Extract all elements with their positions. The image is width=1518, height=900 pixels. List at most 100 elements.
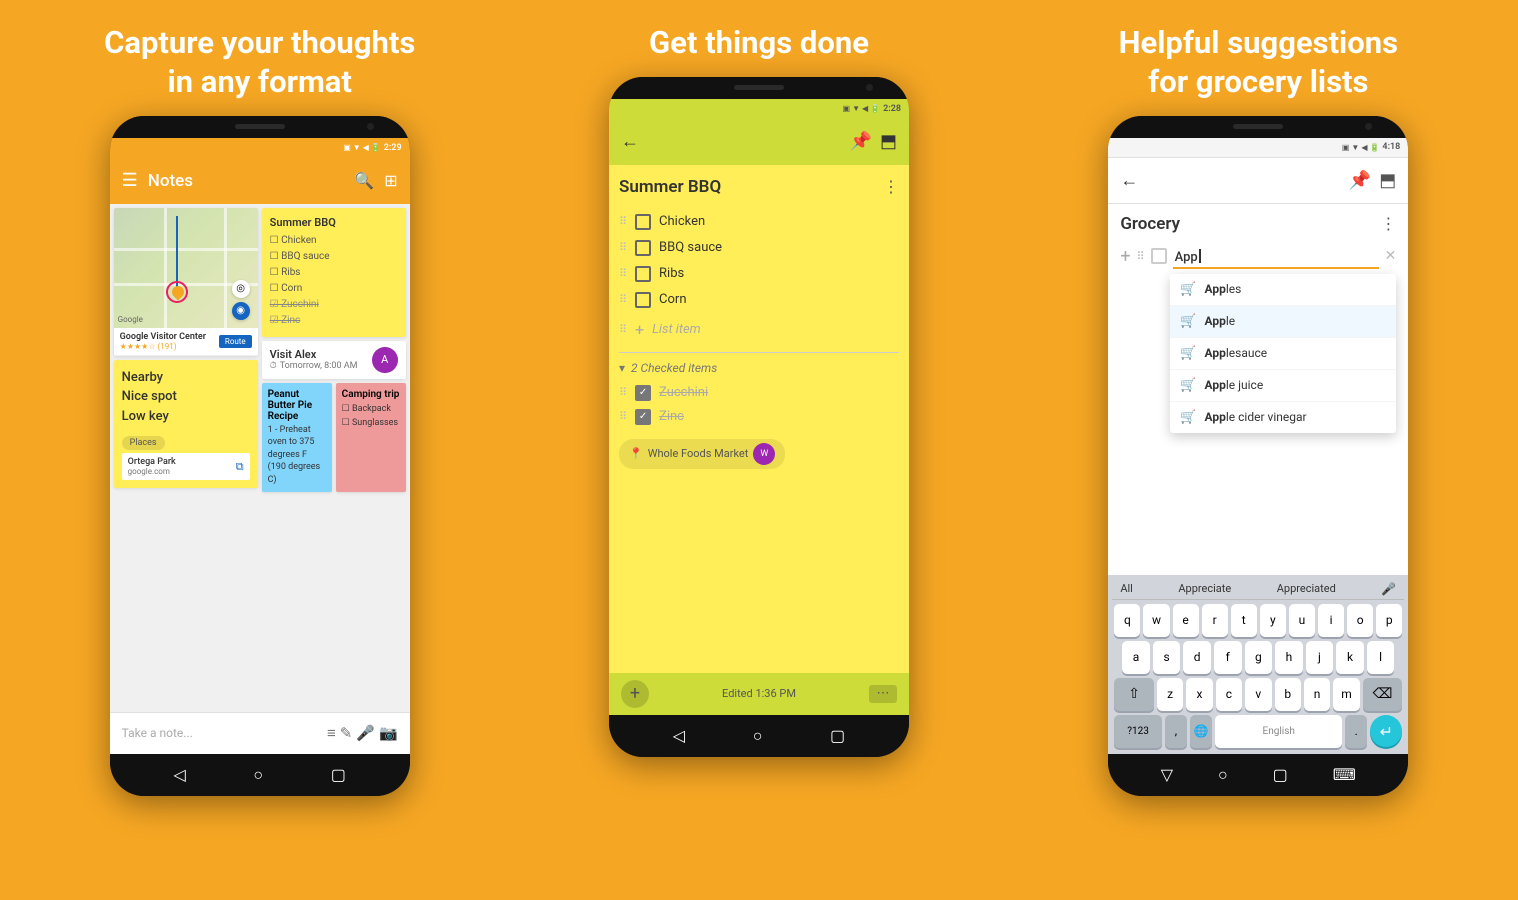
more-icon-3[interactable]: ⋮ [1380, 214, 1396, 233]
kb-row-2: a s d f g h j k l [1112, 641, 1404, 674]
item-chicken: Chicken [659, 214, 705, 229]
suggestions-dropdown-3: 🛒 Apples 🛒 Apple 🛒 Applesauce [1170, 274, 1396, 433]
mic-icon-kb-3[interactable]: 🎤 [1381, 582, 1396, 596]
peanut-card[interactable]: Peanut Butter Pie Recipe 1 - Preheat ove… [262, 383, 332, 493]
checklist-item-corn[interactable]: ⠿ Corn [619, 287, 899, 313]
nav-recents-3[interactable]: ▢ [1273, 765, 1288, 784]
key-l[interactable]: l [1367, 641, 1395, 674]
pin-icon-2[interactable]: 📌 [850, 131, 872, 152]
key-return[interactable]: ↵ [1370, 715, 1402, 747]
key-globe[interactable]: 🌐 [1190, 715, 1212, 748]
list-icon[interactable]: ≡ [327, 724, 336, 742]
kb-suggest-appreciate[interactable]: Appreciate [1178, 582, 1231, 595]
mic-icon[interactable]: 🎤 [356, 724, 375, 742]
nav-recents-1[interactable]: ▢ [331, 765, 346, 784]
key-n[interactable]: n [1304, 678, 1330, 711]
camera-icon[interactable]: 📷 [379, 724, 398, 742]
add-list-item[interactable]: ⠿ + List item [619, 315, 899, 344]
key-m[interactable]: m [1333, 678, 1359, 711]
dots-menu-2[interactable]: ⋯ [869, 685, 897, 703]
key-x[interactable]: x [1186, 678, 1212, 711]
nav-home-2[interactable]: ○ [753, 726, 763, 746]
back-icon-3[interactable]: ← [1120, 170, 1138, 191]
key-u[interactable]: u [1289, 604, 1315, 637]
back-icon-2[interactable]: ← [621, 131, 639, 152]
nearby-card[interactable]: NearbyNice spotLow key Places Ortega Par… [114, 360, 258, 489]
time-2: 2:28 [883, 104, 901, 114]
input-value-3[interactable]: App [1175, 250, 1198, 265]
suggestion-apple-juice[interactable]: 🛒 Apple juice [1170, 370, 1396, 402]
archive-icon-3[interactable]: ⬒ [1379, 170, 1396, 191]
key-comma[interactable]: , [1165, 715, 1187, 748]
key-j[interactable]: j [1306, 641, 1334, 674]
key-z[interactable]: z [1157, 678, 1183, 711]
key-i[interactable]: i [1318, 604, 1344, 637]
location-badge-2[interactable]: 📍 Whole Foods Market W [619, 439, 785, 469]
nav-home-1[interactable]: ○ [253, 765, 263, 785]
key-w[interactable]: w [1143, 604, 1169, 637]
key-k[interactable]: k [1336, 641, 1364, 674]
key-f[interactable]: f [1214, 641, 1242, 674]
pin-icon-3[interactable]: 📌 [1349, 170, 1371, 191]
search-icon-1[interactable]: 🔍 [354, 171, 374, 190]
suggestion-apple-cider[interactable]: 🛒 Apple cider vinegar [1170, 402, 1396, 433]
key-a[interactable]: a [1122, 641, 1150, 674]
add-icon-3[interactable]: + [1120, 246, 1130, 267]
kb-suggest-appreciated[interactable]: Appreciated [1277, 582, 1336, 595]
headline-1: Capture your thoughts in any format [104, 24, 415, 102]
map-note-card[interactable]: Google ◎ ◉ Google Visitor Center [114, 208, 258, 356]
checked-item-zucchini[interactable]: ⠿ ✓ Zucchini [619, 381, 899, 405]
checked-items-row[interactable]: ▾ 2 Checked items [619, 361, 899, 375]
key-o[interactable]: o [1347, 604, 1373, 637]
key-space[interactable]: English [1215, 715, 1342, 748]
add-btn-2[interactable]: + [621, 680, 649, 708]
phone-2-screen: ▣ ▼ ◀ 🔋 2:28 ← 📌 ⬒ Summer BBQ ⋮ [609, 99, 909, 715]
checklist-item-bbq[interactable]: ⠿ BBQ sauce [619, 235, 899, 261]
suggestion-applesauce[interactable]: 🛒 Applesauce [1170, 338, 1396, 370]
checklist-item-ribs[interactable]: ⠿ Ribs [619, 261, 899, 287]
key-v[interactable]: v [1245, 678, 1271, 711]
grid-icon-1[interactable]: ⊞ [384, 171, 397, 190]
suggestion-apples[interactable]: 🛒 Apples [1170, 274, 1396, 306]
key-e[interactable]: e [1173, 604, 1199, 637]
nav-back-2[interactable]: ◁ [673, 726, 685, 745]
key-q[interactable]: q [1114, 604, 1140, 637]
key-123[interactable]: ?123 [1114, 715, 1162, 748]
take-note-placeholder[interactable]: Take a note... [122, 726, 323, 740]
phone-3-bottom-bezel: ▽ ○ ▢ ⌨ [1108, 754, 1408, 796]
checklist-item-chicken[interactable]: ⠿ Chicken [619, 209, 899, 235]
nav-home-3[interactable]: ○ [1218, 765, 1228, 785]
nav-back-1[interactable]: ◁ [173, 765, 185, 784]
key-t[interactable]: t [1231, 604, 1257, 637]
nav-back-3[interactable]: ▽ [1161, 765, 1173, 784]
key-r[interactable]: r [1202, 604, 1228, 637]
key-p[interactable]: p [1376, 604, 1402, 637]
key-shift[interactable]: ⇧ [1114, 678, 1154, 711]
archive-icon-2[interactable]: ⬒ [880, 131, 897, 152]
bbq-note-card[interactable]: Summer BBQ ☐ Chicken ☐ BBQ sauce ☐ Ribs … [262, 208, 406, 337]
key-y[interactable]: y [1260, 604, 1286, 637]
nav-recents-2[interactable]: ▢ [830, 726, 845, 745]
key-h[interactable]: h [1275, 641, 1303, 674]
checked-item-zinc[interactable]: ⠿ ✓ Zinc [619, 405, 899, 429]
key-s[interactable]: s [1153, 641, 1181, 674]
phone-1-top-bezel [110, 116, 410, 138]
camping-card[interactable]: Camping trip ☐ Backpack☐ Sunglasses [336, 383, 406, 493]
clear-icon-3[interactable]: ✕ [1385, 248, 1397, 264]
visit-alex-card[interactable]: Visit Alex ⏱ Tomorrow, 8:00 AM A [262, 341, 406, 379]
key-c[interactable]: c [1216, 678, 1242, 711]
key-period[interactable]: . [1345, 715, 1367, 748]
key-d[interactable]: d [1183, 641, 1211, 674]
hamburger-icon[interactable]: ☰ [122, 170, 138, 191]
kb-suggest-all[interactable]: All [1120, 582, 1133, 595]
suggestion-apple[interactable]: 🛒 Apple [1170, 306, 1396, 338]
pencil-icon[interactable]: ✎ [340, 724, 353, 742]
nav-keyboard-3[interactable]: ⌨ [1333, 765, 1356, 784]
more-icon-2[interactable]: ⋮ [883, 177, 899, 196]
key-backspace[interactable]: ⌫ [1363, 678, 1403, 711]
grocery-toolbar-3: ← 📌 ⬒ [1108, 158, 1408, 204]
column-1: Capture your thoughts in any format ▣ ▼ … [0, 0, 509, 900]
key-b[interactable]: b [1275, 678, 1301, 711]
key-g[interactable]: g [1245, 641, 1273, 674]
word-suggestions-3: All Appreciate Appreciated 🎤 [1112, 579, 1404, 600]
